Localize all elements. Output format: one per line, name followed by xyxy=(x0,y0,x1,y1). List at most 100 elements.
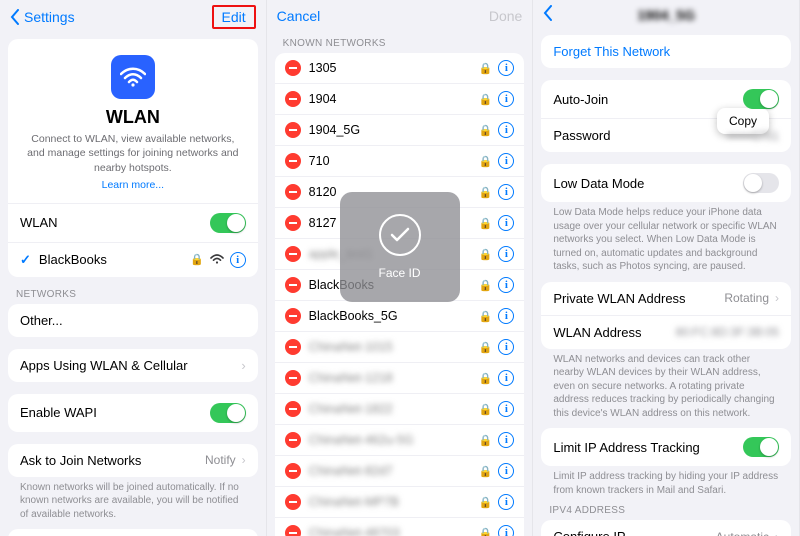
delete-icon[interactable] xyxy=(285,60,301,76)
configure-ip-row[interactable]: Configure IP Automatic› xyxy=(541,520,791,536)
network-name: 1904 xyxy=(309,92,337,106)
info-icon[interactable]: i xyxy=(498,463,514,479)
delete-icon[interactable] xyxy=(285,308,301,324)
enable-wapi-toggle[interactable] xyxy=(210,403,246,423)
network-name: BlackBooks_5G xyxy=(309,309,398,323)
info-icon[interactable]: i xyxy=(498,339,514,355)
ask-to-join-row[interactable]: Ask to Join Networks Notify › xyxy=(8,444,258,477)
other-network-row[interactable]: Other... xyxy=(8,304,258,337)
forget-network-row[interactable]: Forget This Network xyxy=(541,35,791,68)
auto-join-hotspot-row[interactable]: Auto-Join Hotspot Ask to Join › xyxy=(8,529,258,536)
faceid-label: Face ID xyxy=(378,266,420,280)
known-network-row[interactable]: ChinaNet-MP7B🔒i xyxy=(275,486,525,517)
known-network-row[interactable]: ChinaNet-82d7🔒i xyxy=(275,455,525,486)
faceid-overlay: Face ID xyxy=(340,192,460,302)
delete-icon[interactable] xyxy=(285,153,301,169)
network-name: 710 xyxy=(309,154,330,168)
known-network-row[interactable]: BlackBooks_5G🔒i xyxy=(275,300,525,331)
network-name: ChinaNet-462u-5G xyxy=(309,433,414,447)
delete-icon[interactable] xyxy=(285,91,301,107)
known-network-row[interactable]: 1305🔒i xyxy=(275,53,525,83)
known-network-row[interactable]: ChinaNet-1015🔒i xyxy=(275,331,525,362)
known-network-row[interactable]: 710🔒i xyxy=(275,145,525,176)
delete-icon[interactable] xyxy=(285,184,301,200)
limit-ip-tracking-row: Limit IP Address Tracking xyxy=(541,428,791,466)
lock-icon: 🔒 xyxy=(479,434,493,447)
info-icon[interactable]: i xyxy=(498,277,514,293)
network-name: ChinaNet-48703 xyxy=(309,526,400,536)
wlan-toggle[interactable] xyxy=(210,213,246,233)
info-icon[interactable]: i xyxy=(498,246,514,262)
auto-join-toggle[interactable] xyxy=(743,89,779,109)
faceid-check-icon xyxy=(379,214,421,256)
info-icon[interactable]: i xyxy=(498,215,514,231)
known-network-row[interactable]: ChinaNet-48703🔒i xyxy=(275,517,525,536)
lock-icon: 🔒 xyxy=(479,465,493,478)
known-network-row[interactable]: 1904_5G🔒i xyxy=(275,114,525,145)
network-name: 8127 xyxy=(309,216,337,230)
info-icon[interactable]: i xyxy=(498,308,514,324)
known-network-row[interactable]: ChinaNet-1822🔒i xyxy=(275,393,525,424)
info-icon[interactable]: i xyxy=(498,60,514,76)
private-wlan-value: Rotating xyxy=(724,291,769,305)
delete-icon[interactable] xyxy=(285,494,301,510)
low-data-toggle[interactable] xyxy=(743,173,779,193)
delete-icon[interactable] xyxy=(285,401,301,417)
wlan-label: WLAN xyxy=(20,215,58,230)
nav-bar: 1904_5G xyxy=(533,0,799,29)
known-networks-header: KNOWN NETWORKS xyxy=(275,38,525,53)
known-network-row[interactable]: ChinaNet-462u-5G 🔒 i xyxy=(275,424,525,455)
delete-icon[interactable] xyxy=(285,277,301,293)
back-button[interactable] xyxy=(543,5,553,24)
known-network-row[interactable]: 1904 🔒 i xyxy=(275,83,525,114)
delete-icon[interactable] xyxy=(285,525,301,536)
lock-icon: 🔒 xyxy=(479,93,493,106)
configure-ip-label: Configure IP xyxy=(553,529,625,536)
lock-icon: 🔒 xyxy=(479,248,493,261)
info-icon[interactable]: i xyxy=(498,525,514,536)
info-icon[interactable]: i xyxy=(498,153,514,169)
delete-icon[interactable] xyxy=(285,215,301,231)
limit-ip-toggle[interactable] xyxy=(743,437,779,457)
done-button[interactable]: Done xyxy=(489,8,522,24)
info-icon[interactable]: i xyxy=(498,370,514,386)
private-wlan-label: Private WLAN Address xyxy=(553,291,685,306)
delete-icon[interactable] xyxy=(285,246,301,262)
info-icon[interactable]: i xyxy=(498,494,514,510)
info-icon[interactable]: i xyxy=(498,122,514,138)
low-data-help: Low Data Mode helps reduce your iPhone d… xyxy=(541,206,791,282)
network-name: ChinaNet-1822 xyxy=(309,402,393,416)
private-wlan-address-row[interactable]: Private WLAN Address Rotating› xyxy=(541,282,791,315)
info-icon[interactable]: i xyxy=(230,252,246,268)
network-name: ChinaNet-1218 xyxy=(309,371,393,385)
delete-icon[interactable] xyxy=(285,370,301,386)
auto-join-label: Auto-Join xyxy=(553,92,608,107)
ask-to-join-label: Ask to Join Networks xyxy=(20,453,141,468)
apps-using-wlan-row[interactable]: Apps Using WLAN & Cellular › xyxy=(8,349,258,382)
limit-ip-help: Limit IP address tracking by hiding your… xyxy=(541,470,791,505)
lock-icon: 🔒 xyxy=(479,341,493,354)
back-settings-button[interactable]: Settings xyxy=(10,9,75,25)
cancel-button[interactable]: Cancel xyxy=(277,8,321,24)
info-icon[interactable]: i xyxy=(498,184,514,200)
learn-more-link[interactable]: Learn more... xyxy=(102,179,164,191)
chevron-right-icon: › xyxy=(241,358,245,373)
connected-network-row[interactable]: ✓ BlackBooks 🔒 i xyxy=(8,242,258,277)
ask-to-join-value: Notify xyxy=(205,453,236,467)
info-icon[interactable]: i xyxy=(498,401,514,417)
wifi-app-icon xyxy=(111,55,155,99)
delete-icon[interactable] xyxy=(285,432,301,448)
info-icon[interactable]: i xyxy=(498,432,514,448)
hero-title: WLAN xyxy=(22,107,244,128)
password-value: ••••••0751 xyxy=(727,129,779,143)
delete-icon[interactable] xyxy=(285,463,301,479)
enable-wapi-label: Enable WAPI xyxy=(20,405,97,420)
edit-button[interactable]: Edit xyxy=(222,9,246,25)
apps-using-label: Apps Using WLAN & Cellular xyxy=(20,358,188,373)
info-icon[interactable]: i xyxy=(498,91,514,107)
delete-icon[interactable] xyxy=(285,339,301,355)
known-network-row[interactable]: ChinaNet-1218🔒i xyxy=(275,362,525,393)
chevron-left-icon xyxy=(10,9,20,25)
delete-icon[interactable] xyxy=(285,122,301,138)
low-data-mode-row: Low Data Mode xyxy=(541,164,791,202)
